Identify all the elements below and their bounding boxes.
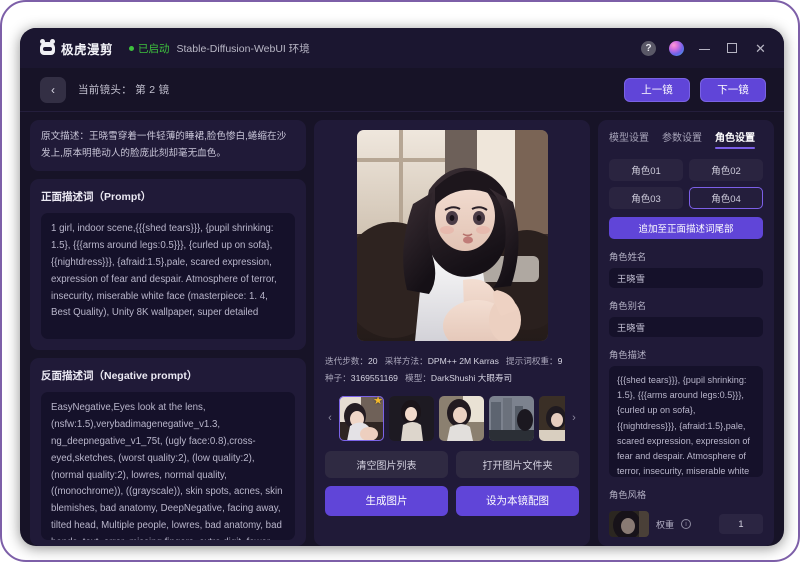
params-line-1: 迭代步数：20 采样方法：DPM++ 2M Karras 提示词权重：9 (325, 353, 579, 370)
page-root: 极虎漫剪 已启动 Stable-Diffusion-WebUI 环境 ? ✕ ‹… (0, 0, 800, 562)
info-icon[interactable]: i (681, 519, 691, 529)
help-icon[interactable]: ? (641, 41, 656, 56)
status-badge: 已启动 (129, 41, 170, 56)
tab-parameter-settings[interactable]: 参数设置 (662, 129, 702, 149)
thumbnail-item[interactable] (389, 396, 434, 441)
account-orb-icon[interactable] (669, 41, 684, 56)
carousel-prev-icon[interactable]: ‹ (325, 412, 335, 424)
app-logo: 极虎漫剪 (40, 39, 113, 58)
role-button-03[interactable]: 角色03 (609, 187, 683, 209)
preview-image[interactable] (357, 130, 548, 341)
role-button-04[interactable]: 角色04 (689, 187, 763, 209)
settings-tabs: 模型设置 参数设置 角色设置 (609, 129, 763, 149)
status-label: 已启动 (138, 41, 170, 56)
favorite-star-icon: ★ (373, 396, 383, 407)
thumbnail-item[interactable]: ★ (339, 396, 384, 441)
negative-prompt-panel: 反面描述词（Negative prompt） EasyNegative,Eyes… (30, 358, 306, 546)
carousel-next-icon[interactable]: › (569, 412, 579, 424)
character-alias-input[interactable]: 王晓雪 (609, 317, 763, 337)
app-window: 极虎漫剪 已启动 Stable-Diffusion-WebUI 环境 ? ✕ ‹… (20, 28, 784, 546)
role-button-01[interactable]: 角色01 (609, 159, 683, 181)
preview-illustration (357, 130, 548, 341)
role-selector: 角色01 角色02 角色03 角色04 (609, 159, 763, 209)
prompt-title: 正面描述词（Prompt） (41, 189, 295, 204)
cfg-value: 9 (558, 356, 563, 366)
status-dot-icon (129, 46, 134, 51)
shot-nav-group: 上一镜 下一镜 (624, 78, 766, 102)
environment-label: Stable-Diffusion-WebUI 环境 (177, 41, 310, 56)
cfg-label: 提示词权重： (506, 356, 558, 366)
weight-label: 权重 (656, 518, 674, 531)
model-label: 模型： (405, 373, 431, 383)
character-name-label: 角色姓名 (609, 249, 763, 263)
back-button[interactable]: ‹ (40, 77, 66, 103)
weight-input[interactable]: 1 (719, 514, 763, 534)
thumbnail-item[interactable] (489, 396, 534, 441)
tiger-logo-icon (40, 42, 55, 55)
main-content: 原文描述：王晓雪穿着一件轻薄的睡裙,脸色惨白,蜷缩在沙发上,原本明艳动人的脸庞此… (20, 112, 784, 546)
steps-label: 迭代步数： (325, 356, 368, 366)
title-bar: 极虎漫剪 已启动 Stable-Diffusion-WebUI 环境 ? ✕ (20, 28, 784, 68)
character-description-textarea[interactable]: {{{shed tears}}}, {pupil shrinking: 1.5}… (609, 366, 763, 477)
style-thumbnail[interactable] (609, 511, 649, 537)
generation-params: 迭代步数：20 采样方法：DPM++ 2M Karras 提示词权重：9 种子：… (325, 353, 579, 387)
seed-value: 3169551169 (351, 373, 398, 383)
prompt-panel: 正面描述词（Prompt） 1 girl, indoor scene,{{{sh… (30, 179, 306, 350)
thumbnail-carousel: ‹ ★ (325, 396, 579, 441)
set-as-shot-image-button[interactable]: 设为本镜配图 (456, 486, 579, 516)
prev-shot-button[interactable]: 上一镜 (624, 78, 690, 102)
open-image-folder-button[interactable]: 打开图片文件夹 (456, 451, 579, 478)
preview-panel: 迭代步数：20 采样方法：DPM++ 2M Karras 提示词权重：9 种子：… (314, 120, 590, 546)
current-shot-label: 当前镜头： 第 2 镜 (78, 82, 169, 97)
character-style-label: 角色风格 (609, 487, 763, 501)
generate-image-button[interactable]: 生成图片 (325, 486, 448, 516)
minimize-button[interactable] (697, 41, 712, 56)
close-icon[interactable]: ✕ (753, 41, 768, 56)
prompt-textarea[interactable]: 1 girl, indoor scene,{{{shed tears}}}, {… (41, 213, 295, 339)
thumbnail-item[interactable] (539, 396, 565, 441)
role-button-02[interactable]: 角色02 (689, 159, 763, 181)
preview-actions: 清空图片列表 打开图片文件夹 生成图片 设为本镜配图 (325, 451, 579, 516)
next-shot-button[interactable]: 下一镜 (700, 78, 766, 102)
sampler-value: DPM++ 2M Karras (428, 356, 499, 366)
negative-prompt-title: 反面描述词（Negative prompt） (41, 368, 295, 383)
thumbnail-list: ★ (339, 396, 565, 441)
character-description-label: 角色描述 (609, 347, 763, 361)
sampler-label: 采样方法： (385, 356, 428, 366)
character-alias-label: 角色别名 (609, 298, 763, 312)
left-panel: 原文描述：王晓雪穿着一件轻薄的睡裙,脸色惨白,蜷缩在沙发上,原本明艳动人的脸庞此… (30, 120, 306, 546)
tab-model-settings[interactable]: 模型设置 (609, 129, 649, 149)
thumbnail-item[interactable] (439, 396, 484, 441)
model-value: DarkShushi 大眼寿司 (431, 373, 512, 383)
character-name-input[interactable]: 王晓雪 (609, 268, 763, 288)
settings-panel: 模型设置 参数设置 角色设置 角色01 角色02 角色03 角色04 追加至正面… (598, 120, 774, 546)
app-title: 极虎漫剪 (61, 39, 113, 58)
append-to-prompt-button[interactable]: 追加至正面描述词尾部 (609, 217, 763, 239)
original-description: 原文描述：王晓雪穿着一件轻薄的睡裙,脸色惨白,蜷缩在沙发上,原本明艳动人的脸庞此… (30, 120, 306, 171)
seed-label: 种子： (325, 373, 351, 383)
maximize-button[interactable] (725, 41, 740, 56)
steps-value: 20 (368, 356, 378, 366)
negative-prompt-textarea[interactable]: EasyNegative,Eyes look at the lens, (nsf… (41, 392, 295, 540)
sub-header: ‹ 当前镜头： 第 2 镜 上一镜 下一镜 (20, 68, 784, 112)
clear-image-list-button[interactable]: 清空图片列表 (325, 451, 448, 478)
character-style-row: 权重 i 1 (609, 511, 763, 537)
window-controls: ? ✕ (641, 28, 768, 68)
params-line-2: 种子：3169551169 模型：DarkShushi 大眼寿司 (325, 370, 579, 387)
tab-character-settings[interactable]: 角色设置 (715, 129, 755, 149)
